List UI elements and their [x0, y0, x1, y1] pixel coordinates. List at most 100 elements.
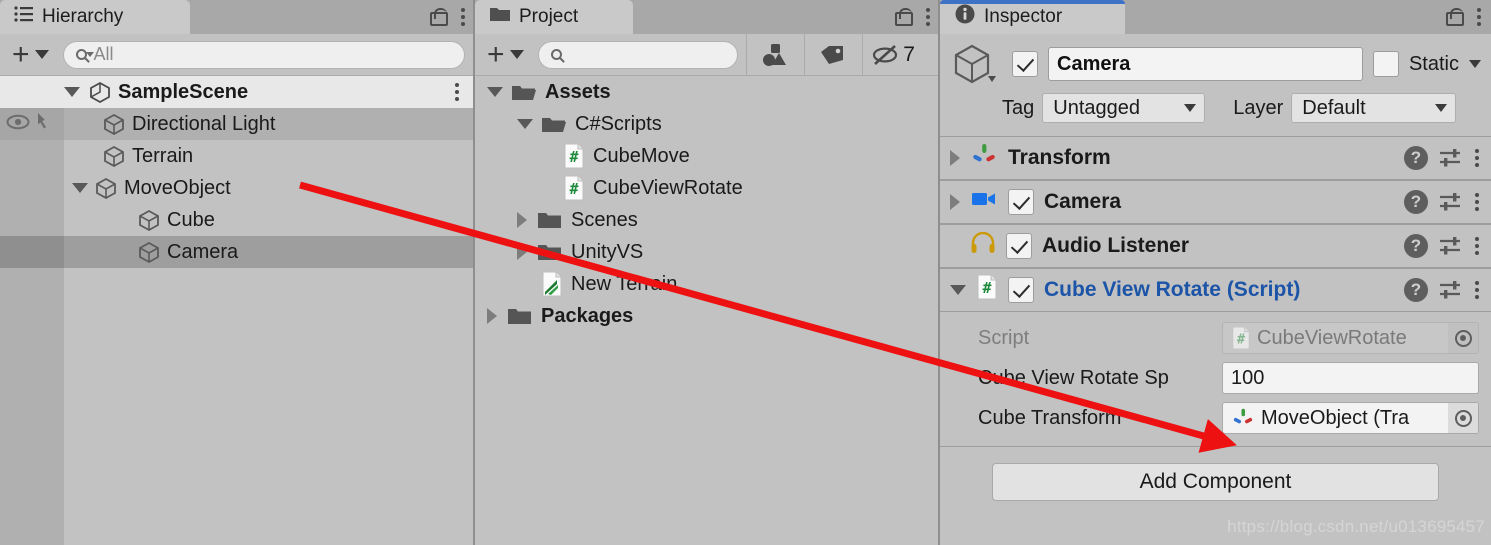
component-header-camera[interactable]: Camera ?	[940, 180, 1491, 224]
cube-transform-object-field[interactable]: MoveObject (Tra	[1222, 402, 1479, 434]
scene-menu-icon[interactable]	[454, 83, 459, 101]
preset-settings-icon[interactable]	[1438, 235, 1464, 257]
property-label: Cube View Rotate Sp	[978, 366, 1169, 389]
chevron-right-icon[interactable]	[517, 212, 527, 228]
help-icon[interactable]: ?	[1404, 190, 1428, 214]
lock-icon[interactable]	[1446, 8, 1464, 26]
search-icon	[550, 49, 562, 60]
hierarchy-search-input[interactable]: All	[62, 40, 465, 69]
hierarchy-tree[interactable]: SampleScene Directional Light Terrain Mo…	[0, 76, 475, 545]
project-row-scenes[interactable]: Scenes	[475, 204, 940, 236]
component-title: Transform	[1008, 146, 1111, 169]
visibility-gutter[interactable]	[0, 236, 64, 268]
hierarchy-menu-icon[interactable]	[460, 8, 465, 26]
component-menu-icon[interactable]	[1474, 193, 1479, 211]
project-row-csharp-scripts[interactable]: C#Scripts	[475, 108, 940, 140]
project-panel: Project + 7 Assets C#Scripts # CubeMove …	[475, 0, 940, 545]
component-enabled-checkbox[interactable]	[1008, 189, 1034, 215]
hierarchy-row-cube[interactable]: Cube	[0, 204, 475, 236]
hierarchy-row-camera[interactable]: Camera	[0, 236, 475, 268]
component-menu-icon[interactable]	[1474, 149, 1479, 167]
chevron-right-icon[interactable]	[950, 150, 960, 166]
chevron-down-icon[interactable]	[950, 285, 966, 295]
project-row-packages[interactable]: Packages	[475, 300, 940, 332]
property-label: Script	[978, 326, 1030, 349]
preset-settings-icon[interactable]	[1438, 191, 1464, 213]
chevron-down-icon	[1184, 104, 1197, 112]
visibility-gutter[interactable]	[0, 108, 64, 140]
object-name-input[interactable]: Camera	[1048, 47, 1363, 81]
project-add-button[interactable]: +	[479, 39, 530, 70]
chevron-down-icon[interactable]	[517, 119, 533, 129]
component-title: Audio Listener	[1042, 234, 1190, 257]
chevron-down-icon[interactable]	[72, 183, 88, 193]
watermark: https://blog.csdn.net/u013695457	[1227, 517, 1485, 536]
visibility-gutter[interactable]	[0, 172, 64, 204]
add-component-button[interactable]: Add Component	[992, 463, 1439, 501]
hierarchy-add-button[interactable]: +	[4, 39, 55, 70]
chevron-down-icon[interactable]	[487, 87, 503, 97]
tab-project-label: Project	[519, 6, 579, 27]
label-filter-icon[interactable]	[803, 33, 860, 76]
help-icon[interactable]: ?	[1404, 234, 1428, 258]
tab-inspector-label: Inspector	[984, 6, 1063, 27]
hierarchy-row-label: MoveObject	[124, 176, 231, 199]
project-row-cubemove[interactable]: # CubeMove	[475, 140, 940, 172]
chevron-right-icon[interactable]	[950, 194, 960, 210]
tag-label: Tag	[1002, 96, 1035, 119]
hierarchy-row-samplescene[interactable]: SampleScene	[0, 76, 475, 108]
project-row-cubeviewrotate[interactable]: # CubeViewRotate	[475, 172, 940, 204]
lock-icon[interactable]	[430, 8, 448, 26]
component-enabled-checkbox[interactable]	[1006, 233, 1032, 259]
component-menu-icon[interactable]	[1474, 237, 1479, 255]
help-icon[interactable]: ?	[1404, 146, 1428, 170]
chevron-right-icon[interactable]	[517, 244, 527, 260]
chevron-down-icon[interactable]	[64, 87, 80, 97]
preset-settings-icon[interactable]	[1438, 279, 1464, 301]
hierarchy-row-terrain[interactable]: Terrain	[0, 140, 475, 172]
gameobject-cube-icon	[102, 144, 126, 168]
layer-dropdown[interactable]: Default	[1291, 93, 1457, 123]
hierarchy-row-label: Camera	[167, 240, 239, 263]
project-row-unityvs[interactable]: UnityVS	[475, 236, 940, 268]
component-enabled-checkbox[interactable]	[1008, 277, 1034, 303]
hierarchy-row-directional-light[interactable]: Directional Light	[0, 108, 475, 140]
project-tab-actions	[895, 0, 930, 34]
component-header-cube-view-rotate[interactable]: # Cube View Rotate (Script) ?	[940, 268, 1491, 312]
preset-settings-icon[interactable]	[1438, 147, 1464, 169]
tab-inspector[interactable]: Inspector	[940, 0, 1125, 34]
help-icon[interactable]: ?	[1404, 278, 1428, 302]
component-header-audio-listener[interactable]: Audio Listener ?	[940, 224, 1491, 268]
project-tree[interactable]: Assets C#Scripts # CubeMove # CubeViewRo…	[475, 76, 940, 545]
object-picker-icon[interactable]	[1448, 403, 1478, 433]
chevron-right-icon[interactable]	[487, 308, 497, 324]
folder-icon	[489, 5, 511, 29]
object-enabled-checkbox[interactable]	[1012, 51, 1038, 77]
tag-value: Untagged	[1053, 96, 1140, 119]
project-menu-icon[interactable]	[925, 8, 930, 26]
static-dropdown-icon[interactable]	[1469, 60, 1481, 68]
hidden-count-icon[interactable]: 7	[861, 33, 924, 76]
visibility-gutter[interactable]	[0, 204, 64, 236]
pointer-hand-icon[interactable]	[34, 110, 56, 138]
component-header-transform[interactable]: Transform ?	[940, 136, 1491, 180]
type-filter-icon[interactable]	[745, 33, 802, 76]
property-value: MoveObject (Tra	[1261, 406, 1410, 429]
inspector-menu-icon[interactable]	[1476, 8, 1481, 26]
project-search-input[interactable]	[537, 40, 738, 69]
eye-icon[interactable]	[6, 113, 30, 136]
lock-icon[interactable]	[895, 8, 913, 26]
inspector-tabbar: Inspector	[940, 0, 1491, 34]
visibility-gutter[interactable]	[0, 140, 64, 172]
component-menu-icon[interactable]	[1474, 281, 1479, 299]
component-title: Cube View Rotate (Script)	[1044, 278, 1301, 301]
tag-dropdown[interactable]: Untagged	[1042, 93, 1206, 123]
gameobject-cube-icon[interactable]	[950, 42, 1002, 86]
rotate-speed-input[interactable]: 100	[1222, 362, 1479, 394]
project-row-new-terrain[interactable]: New Terrain	[475, 268, 940, 300]
hierarchy-row-moveobject[interactable]: MoveObject	[0, 172, 475, 204]
project-row-assets[interactable]: Assets	[475, 76, 940, 108]
tab-hierarchy[interactable]: Hierarchy	[0, 0, 190, 34]
tab-project[interactable]: Project	[475, 0, 633, 34]
static-checkbox[interactable]	[1372, 51, 1399, 77]
